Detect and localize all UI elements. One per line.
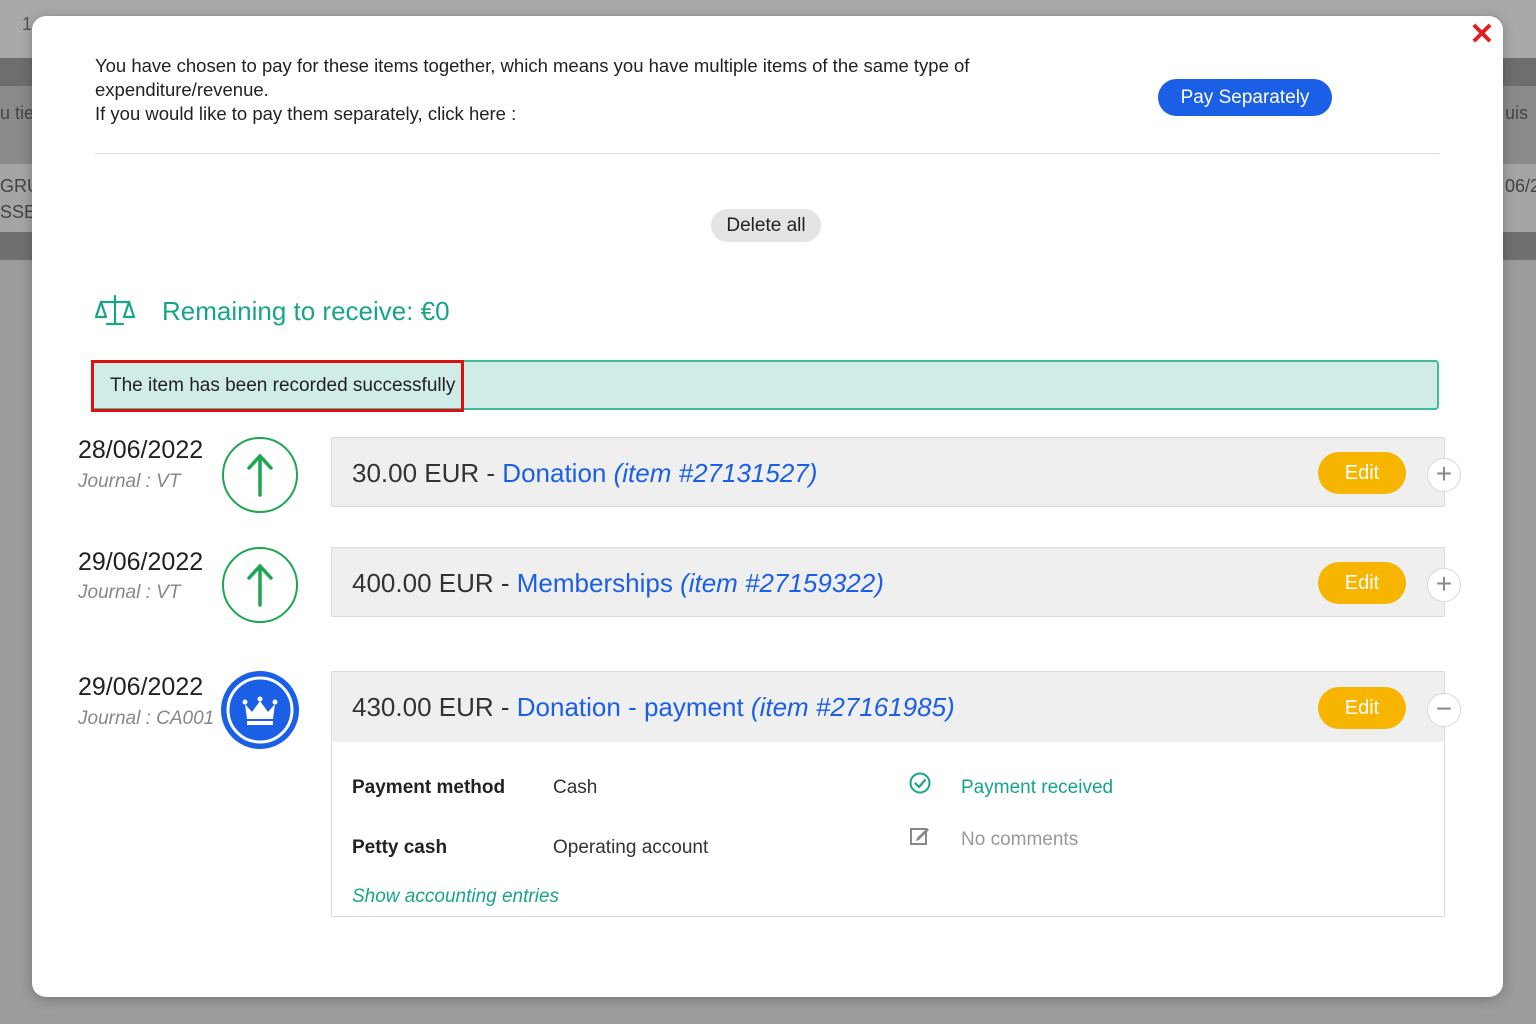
remaining-label: Remaining to receive: €0	[162, 295, 450, 326]
edit-button[interactable]: Edit	[1318, 562, 1406, 604]
item-journal: Journal : VT	[78, 582, 181, 603]
item-type: Memberships	[516, 568, 673, 598]
revenue-arrow-up-icon	[222, 437, 298, 513]
payment-modal: ✕ You have chosen to pay for these items…	[32, 16, 1503, 997]
background-text: u tie	[0, 103, 35, 123]
revenue-arrow-up-icon	[222, 547, 298, 623]
show-accounting-entries-link[interactable]: Show accounting entries	[352, 886, 559, 908]
petty-cash-value: Operating account	[553, 837, 709, 858]
collapse-minus-icon[interactable]: −	[1427, 693, 1461, 727]
item-amount: 30.00 EUR	[352, 458, 480, 488]
close-icon[interactable]: ✕	[1469, 20, 1495, 50]
item-ref: (item #27161985)	[750, 692, 955, 722]
item-row: 430.00 EUR - Donation - payment (item #2…	[331, 671, 1445, 743]
edit-note-icon	[910, 828, 929, 845]
expand-plus-icon[interactable]: +	[1427, 458, 1461, 492]
item-details: Payment method Cash Petty cash Operating…	[331, 742, 1445, 917]
item-separator: -	[493, 568, 517, 598]
payment-method-value: Cash	[553, 777, 598, 798]
comments-text[interactable]: No comments	[961, 829, 1078, 851]
background-text: 1	[22, 14, 33, 34]
pay-together-notice: You have chosen to pay for these items t…	[95, 54, 1055, 126]
background-text: 06/2	[1505, 176, 1536, 196]
item-type: Donation - payment	[516, 692, 744, 722]
item-date: 28/06/2022	[78, 436, 204, 464]
crown-icon	[221, 671, 299, 749]
item-separator: -	[479, 458, 503, 488]
item-separator: -	[493, 692, 517, 722]
item-row: 400.00 EUR - Memberships (item #27159322…	[331, 547, 1445, 617]
item-ref: (item #27159322)	[680, 568, 884, 598]
edit-button[interactable]: Edit	[1318, 452, 1406, 494]
item-type: Donation	[502, 458, 607, 488]
payment-method-label: Payment method	[352, 777, 506, 798]
item-amount: 400.00 EUR	[352, 568, 494, 598]
divider	[95, 153, 1439, 154]
notice-line: If you would like to pay them separately…	[95, 103, 517, 124]
notice-line: You have chosen to pay for these items t…	[95, 55, 970, 100]
item-journal: Journal : VT	[78, 471, 181, 492]
item-amount: 430.00 EUR	[352, 692, 494, 722]
success-message: The item has been recorded successfully	[110, 375, 456, 396]
background-text: uis	[1505, 103, 1529, 123]
petty-cash-label: Petty cash	[352, 837, 448, 858]
delete-all-button[interactable]: Delete all	[711, 209, 821, 242]
item-ref: (item #27131527)	[613, 458, 818, 488]
item-title: 430.00 EUR - Donation - payment (item #2…	[352, 692, 955, 723]
success-alert: The item has been recorded successfully	[91, 360, 1439, 412]
pay-separately-button[interactable]: Pay Separately	[1158, 79, 1332, 116]
remaining-to-receive: Remaining to receive: €0	[95, 291, 450, 331]
item-date: 29/06/2022	[78, 548, 204, 576]
edit-button[interactable]: Edit	[1318, 687, 1406, 729]
item-row: 30.00 EUR - Donation (item #27131527) Ed…	[331, 437, 1445, 507]
item-journal: Journal : CA001	[78, 708, 215, 729]
payment-status: Payment received	[961, 777, 1114, 798]
item-title: 30.00 EUR - Donation (item #27131527)	[352, 458, 817, 489]
expand-plus-icon[interactable]: +	[1427, 568, 1461, 602]
balance-scale-icon	[95, 294, 135, 326]
check-circle-icon	[909, 772, 931, 794]
item-title: 400.00 EUR - Memberships (item #27159322…	[352, 568, 884, 599]
item-date: 29/06/2022	[78, 673, 204, 701]
